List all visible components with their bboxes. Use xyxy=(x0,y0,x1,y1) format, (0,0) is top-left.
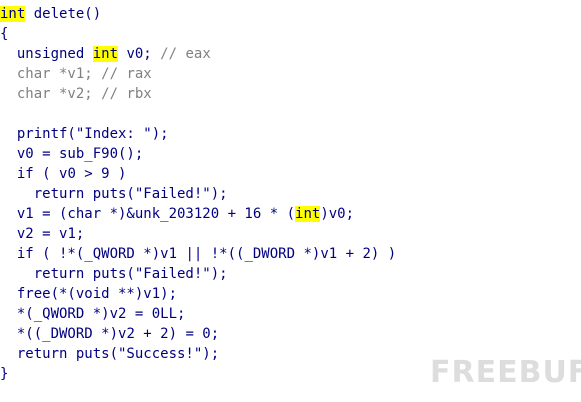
code-line[interactable]: char *v2; // rbx xyxy=(0,84,396,104)
code-token[interactable] xyxy=(0,146,17,162)
code-token[interactable]: + 2) = 0; xyxy=(135,326,219,342)
code-token[interactable]: = 0LL; xyxy=(126,306,186,322)
code-line[interactable]: v0 = sub_F90(); xyxy=(0,144,396,164)
code-line[interactable]: int delete() xyxy=(0,4,396,24)
code-token[interactable]: v0; xyxy=(118,46,160,62)
code-token[interactable]: v2 xyxy=(118,326,135,342)
code-line[interactable]: } xyxy=(0,364,396,384)
code-token[interactable]: v1 xyxy=(320,246,337,262)
watermark-logo: FREEBUF xyxy=(430,355,581,390)
code-token[interactable]: = sub_F90(); xyxy=(34,146,143,162)
code-token[interactable]: + 2) ) xyxy=(337,246,397,262)
code-token[interactable]: ) xyxy=(320,206,328,222)
code-token[interactable]: v1 xyxy=(160,246,177,262)
code-line[interactable]: { xyxy=(0,24,396,44)
code-token[interactable]: = xyxy=(34,226,59,242)
code-token[interactable]: // eax xyxy=(160,46,211,62)
code-token[interactable]: ; xyxy=(346,206,354,222)
code-token[interactable]: > 9 ) xyxy=(76,166,126,182)
code-token[interactable]: ); xyxy=(160,286,177,302)
code-token[interactable]: v0 xyxy=(17,146,34,162)
code-line[interactable]: v1 = (char *)&unk_203120 + 16 * (int)v0; xyxy=(0,204,396,224)
code-line[interactable]: *(_QWORD *)v2 = 0LL; xyxy=(0,304,396,324)
code-token[interactable]: if ( xyxy=(0,166,59,182)
code-line[interactable]: if ( v0 > 9 ) xyxy=(0,164,396,184)
code-token[interactable]: free(*(void **) xyxy=(0,286,143,302)
code-token[interactable]: return puts("Failed!"); xyxy=(0,186,228,202)
code-token[interactable]: unsigned xyxy=(0,46,93,62)
code-line[interactable]: free(*(void **)v1); xyxy=(0,284,396,304)
code-line[interactable]: if ( !*(_QWORD *)v1 || !*((_DWORD *)v1 +… xyxy=(0,244,396,264)
code-token[interactable]: return puts("Failed!"); xyxy=(0,266,228,282)
code-line[interactable]: char *v1; // rax xyxy=(0,64,396,84)
pseudocode-view[interactable]: int delete() { unsigned int v0; // eax ch… xyxy=(0,4,396,384)
code-token[interactable]: char *v1; xyxy=(0,66,101,82)
code-token[interactable]: v2 xyxy=(110,306,127,322)
code-editor[interactable]: int delete() { unsigned int v0; // eax ch… xyxy=(0,0,581,402)
code-token[interactable]: = (char *)&unk_203120 + 16 * ( xyxy=(34,206,295,222)
code-line[interactable]: *((_DWORD *)v2 + 2) = 0; xyxy=(0,324,396,344)
code-line[interactable]: v2 = v1; xyxy=(0,224,396,244)
code-line[interactable]: return puts("Failed!"); xyxy=(0,264,396,284)
code-token[interactable]: *(_QWORD *) xyxy=(0,306,110,322)
code-line[interactable]: return puts("Failed!"); xyxy=(0,184,396,204)
code-token[interactable] xyxy=(0,226,17,242)
highlighted-token[interactable]: int xyxy=(0,6,26,22)
code-token[interactable]: v0 xyxy=(329,206,346,222)
code-token[interactable]: char *v2; xyxy=(0,86,101,102)
code-line[interactable] xyxy=(0,104,396,124)
code-token[interactable]: } xyxy=(0,366,8,382)
code-line[interactable]: unsigned int v0; // eax xyxy=(0,44,396,64)
highlighted-token[interactable]: int xyxy=(295,206,321,222)
code-token[interactable]: if ( !*(_QWORD *) xyxy=(0,246,160,262)
code-token[interactable]: delete() xyxy=(25,6,101,22)
code-token[interactable]: || !*((_DWORD *) xyxy=(177,246,320,262)
highlighted-token[interactable]: int xyxy=(92,46,119,62)
code-token[interactable]: v0 xyxy=(59,166,76,182)
code-token[interactable]: // rbx xyxy=(101,86,152,102)
code-token[interactable]: printf("Index: "); xyxy=(0,126,169,142)
code-token[interactable]: ; xyxy=(76,226,84,242)
code-token[interactable]: v2 xyxy=(17,226,34,242)
code-token[interactable] xyxy=(0,206,17,222)
code-token[interactable]: { xyxy=(0,26,8,42)
code-token[interactable]: *((_DWORD *) xyxy=(0,326,118,342)
code-token[interactable]: // rax xyxy=(101,66,152,82)
code-line[interactable]: printf("Index: "); xyxy=(0,124,396,144)
code-token[interactable]: return puts("Success!"); xyxy=(0,346,219,362)
code-token[interactable]: v1 xyxy=(143,286,160,302)
code-line[interactable]: return puts("Success!"); xyxy=(0,344,396,364)
code-token[interactable]: v1 xyxy=(59,226,76,242)
code-token[interactable]: v1 xyxy=(17,206,34,222)
